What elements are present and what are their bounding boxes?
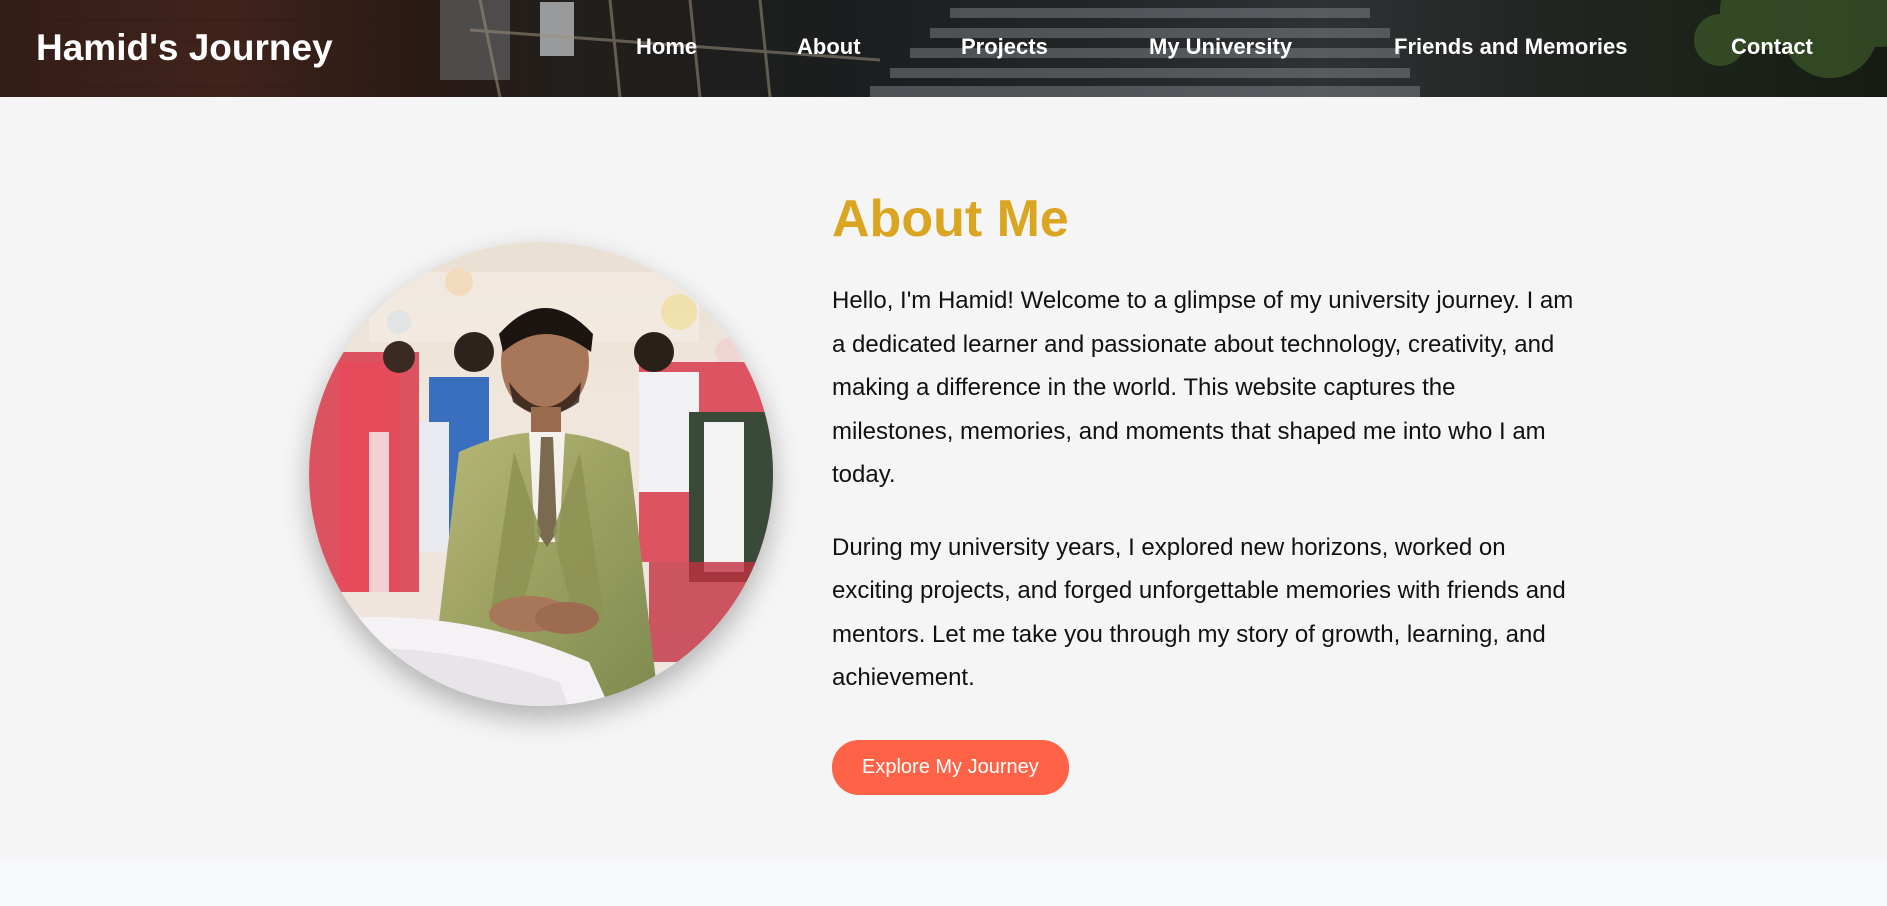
about-title: About Me [832,190,1069,248]
site-header: Hamid's Journey Home About Projects My U… [0,0,1887,97]
nav-projects[interactable]: Projects [961,34,1048,60]
about-paragraph-journey: During my university years, I explored n… [832,533,1566,692]
profile-photo [309,242,773,706]
nav-home[interactable]: Home [636,34,697,60]
nav-friends-and-memories[interactable]: Friends and Memories [1394,34,1628,60]
main-nav: Home About Projects My University Friend… [0,0,1887,97]
nav-my-university[interactable]: My University [1149,34,1292,60]
next-section-edge [0,859,1887,906]
nav-about[interactable]: About [797,34,861,60]
about-text-column: About Me Hello, I'm Hamid! Welcome to a … [832,189,1582,795]
nav-contact[interactable]: Contact [1731,34,1813,60]
profile-photo-image [309,242,773,706]
about-section: About Me Hello, I'm Hamid! Welcome to a … [0,97,1887,859]
explore-my-journey-button[interactable]: Explore My Journey [832,739,1069,795]
about-paragraph-intro: Hello, I'm Hamid! Welcome to a glimpse o… [832,287,1574,488]
